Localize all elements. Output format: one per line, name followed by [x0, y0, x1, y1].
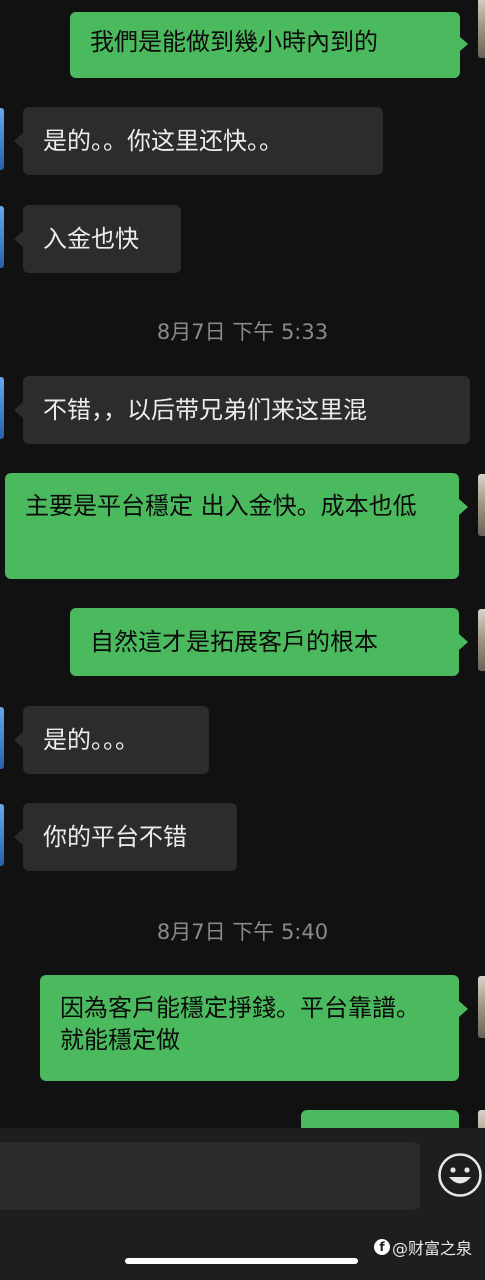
contact-avatar-self[interactable] — [478, 0, 485, 58]
message-bubble-outgoing[interactable]: 我們是能做到幾小時內到的 — [70, 12, 460, 78]
emoji-smiley-icon[interactable] — [437, 1152, 483, 1198]
message-bubble-outgoing[interactable]: 自然這才是拓展客戶的根本 — [70, 608, 459, 676]
bubble-tail — [14, 133, 23, 149]
contact-avatar-self[interactable] — [478, 474, 485, 536]
bubble-tail — [459, 499, 468, 515]
timestamp: 8月7日 下午 5:33 — [156, 320, 329, 344]
home-indicator[interactable] — [125, 1258, 358, 1264]
watermark-logo-icon: f — [374, 1239, 390, 1255]
bubble-tail — [459, 36, 468, 52]
contact-avatar[interactable] — [0, 377, 4, 439]
contact-avatar-self[interactable] — [478, 609, 485, 671]
message-bubble-incoming[interactable]: 是的。。。 — [23, 706, 209, 774]
bubble-tail — [14, 829, 23, 845]
contact-avatar-self[interactable] — [478, 1110, 485, 1128]
contact-avatar[interactable] — [0, 804, 4, 866]
contact-avatar[interactable] — [0, 707, 4, 769]
chat-history[interactable]: 我們是能做到幾小時內到的 是的。。你这里还快。。 入金也快 8月7日 下午 5:… — [0, 0, 485, 1128]
contact-avatar[interactable] — [0, 206, 4, 268]
bubble-tail — [14, 732, 23, 748]
message-bubble-outgoing-partial[interactable] — [301, 1110, 459, 1128]
message-bubble-incoming[interactable]: 入金也快 — [23, 205, 181, 273]
bubble-tail — [459, 634, 468, 650]
watermark: f @财富之泉 — [374, 1236, 472, 1258]
timestamp: 8月7日 下午 5:40 — [156, 920, 329, 944]
watermark-text: @财富之泉 — [392, 1239, 473, 1258]
message-bubble-outgoing[interactable]: 主要是平台穩定 出入金快。成本也低 — [5, 473, 459, 579]
contact-avatar-self[interactable] — [478, 976, 485, 1038]
contact-avatar[interactable] — [0, 108, 4, 170]
message-bubble-incoming[interactable]: 不错，，以后带兄弟们来这里混 — [23, 376, 470, 444]
bubble-tail — [14, 231, 23, 247]
message-bubble-outgoing[interactable]: 因為客戶能穩定掙錢。平台靠譜。就能穩定做 — [40, 975, 459, 1081]
message-bubble-incoming[interactable]: 是的。。你这里还快。。 — [23, 107, 383, 175]
message-input[interactable] — [0, 1142, 420, 1210]
bubble-tail — [459, 1001, 468, 1017]
bubble-tail — [14, 402, 23, 418]
message-bubble-incoming[interactable]: 你的平台不错 — [23, 803, 237, 871]
